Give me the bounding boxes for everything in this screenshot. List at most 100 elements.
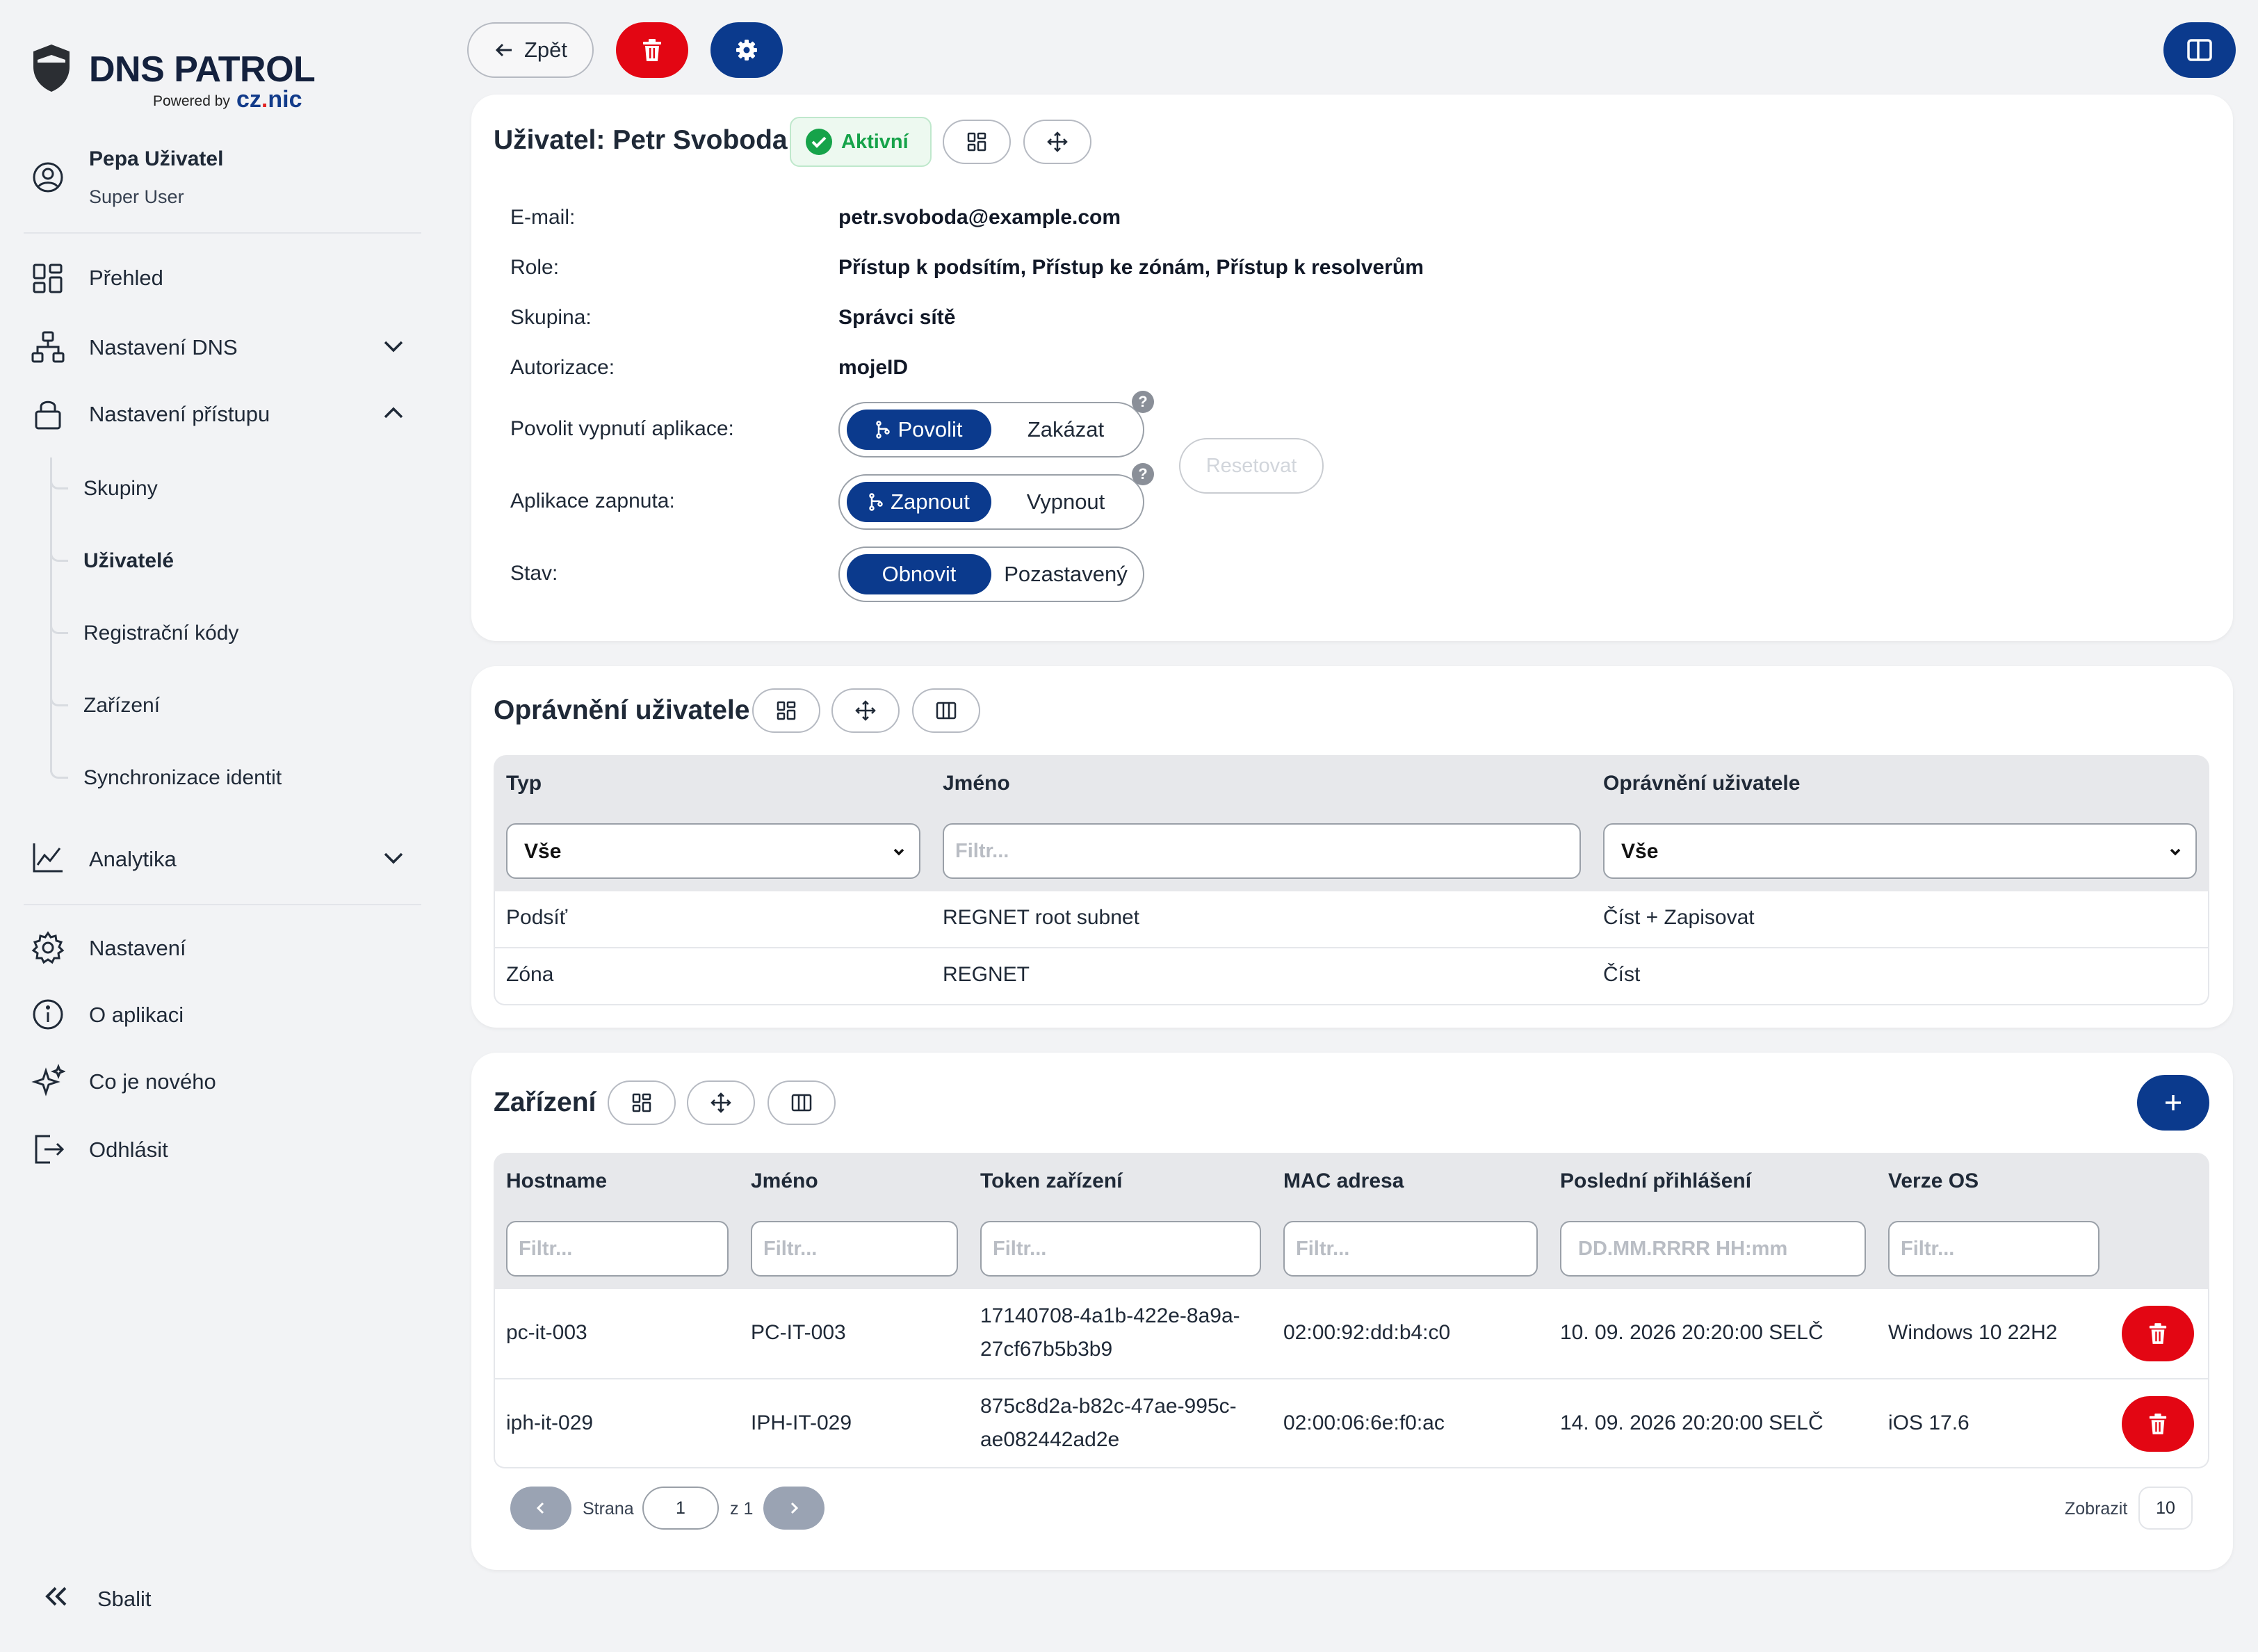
chevron-down-icon xyxy=(2166,843,2184,861)
reset-button[interactable]: Resetovat xyxy=(1179,438,1324,494)
grid-view-button[interactable] xyxy=(608,1080,676,1125)
cell-os: Windows 10 22H2 xyxy=(1888,1321,2058,1344)
app-enabled-toggle: Zapnout Vypnout xyxy=(838,474,1144,530)
state-resume-button[interactable]: Obnovit xyxy=(847,554,991,594)
cell-permission: Číst xyxy=(1603,963,1641,986)
next-page-button[interactable] xyxy=(763,1487,825,1530)
page-title: Uživatel: Petr Svoboda xyxy=(494,125,788,155)
sidebar-item-users[interactable]: Uživatelé xyxy=(83,549,174,573)
nav-dns-settings-label: Nastavení DNS xyxy=(89,335,238,359)
move-button[interactable] xyxy=(831,688,900,733)
nav-logout-label: Odhlásit xyxy=(89,1137,168,1162)
name-filter-input[interactable] xyxy=(943,823,1581,879)
column-header-hostname[interactable]: Hostname xyxy=(506,1169,607,1193)
column-header-last-login[interactable]: Poslední přihlášení xyxy=(1560,1169,1751,1193)
info-icon xyxy=(31,997,65,1032)
grid-icon xyxy=(31,261,65,296)
branch-icon xyxy=(868,493,884,511)
grid-icon xyxy=(966,131,987,152)
add-device-button[interactable] xyxy=(2137,1075,2209,1131)
cell-last-login: 14. 09. 2026 20:20:00 SELČ xyxy=(1560,1411,1824,1434)
cell-hostname: iph-it-029 xyxy=(506,1411,594,1434)
permissions-title: Oprávnění uživatele xyxy=(494,695,750,725)
hostname-filter-input[interactable] xyxy=(506,1221,729,1277)
app-enabled-on-button[interactable]: Zapnout xyxy=(847,482,991,522)
cell-permission: Číst + Zapisovat xyxy=(1603,906,1755,929)
move-button[interactable] xyxy=(687,1080,755,1125)
last-login-filter-input[interactable] xyxy=(1560,1221,1866,1277)
column-header-os[interactable]: Verze OS xyxy=(1888,1169,1979,1193)
token-filter-input[interactable] xyxy=(980,1221,1261,1277)
group-label: Skupina: xyxy=(510,306,592,329)
prev-page-button[interactable] xyxy=(510,1487,571,1530)
sidebar-item-identity-sync[interactable]: Synchronizace identit xyxy=(83,766,282,790)
column-header-permission[interactable]: Oprávnění uživatele xyxy=(1603,772,1800,795)
nav-access-settings-label: Nastavení přístupu xyxy=(89,402,270,426)
tree-connector xyxy=(50,616,68,634)
column-header-mac[interactable]: MAC adresa xyxy=(1283,1169,1404,1193)
page-of-label: z 1 xyxy=(730,1499,754,1519)
app-enabled-label: Aplikace zapnuta: xyxy=(510,489,675,512)
column-header-token[interactable]: Token zařízení xyxy=(980,1169,1123,1193)
sparkles-icon xyxy=(31,1064,65,1099)
user-circle-icon xyxy=(31,160,65,195)
delete-user-button[interactable] xyxy=(616,22,688,78)
authorization-value: mojeID xyxy=(838,356,909,379)
permissions-table-body xyxy=(494,891,2209,1005)
shield-logo-icon xyxy=(31,43,72,93)
chevron-down-icon[interactable] xyxy=(378,331,409,362)
columns-button[interactable] xyxy=(767,1080,836,1125)
app-enabled-off-button[interactable]: Vypnout xyxy=(994,476,1137,528)
toggle-panel-button[interactable] xyxy=(2163,22,2236,78)
user-name[interactable]: Pepa Uživatel xyxy=(89,147,223,171)
move-button[interactable] xyxy=(1023,120,1091,164)
trash-icon xyxy=(2148,1413,2168,1435)
lock-icon xyxy=(31,396,65,431)
page-size-select[interactable]: 10 xyxy=(2138,1487,2193,1530)
grid-view-button[interactable] xyxy=(943,120,1011,164)
delete-device-button[interactable] xyxy=(2122,1396,2194,1452)
name-filter-input[interactable] xyxy=(751,1221,958,1277)
chevron-left-icon xyxy=(533,1500,549,1516)
chevron-down-icon[interactable] xyxy=(378,843,409,873)
os-filter-input[interactable] xyxy=(1888,1221,2099,1277)
row-divider xyxy=(495,947,2208,948)
back-button[interactable]: Zpět xyxy=(467,22,594,78)
status-text: Aktivní xyxy=(841,130,909,153)
tree-connector xyxy=(50,544,68,562)
nav-settings-label: Nastavení xyxy=(89,936,186,960)
move-arrows-icon xyxy=(854,699,877,722)
sidebar-item-devices[interactable]: Zařízení xyxy=(83,694,160,718)
chevron-up-icon[interactable] xyxy=(378,398,409,428)
sidebar-item-registration-codes[interactable]: Registrační kódy xyxy=(83,622,238,645)
delete-device-button[interactable] xyxy=(2122,1306,2194,1361)
state-paused-button[interactable]: Pozastavený xyxy=(994,548,1137,601)
grid-view-button[interactable] xyxy=(752,688,820,733)
cell-name: PC-IT-003 xyxy=(751,1321,846,1344)
type-filter-select[interactable]: Vše xyxy=(506,823,920,879)
sidebar-item-groups[interactable]: Skupiny xyxy=(83,477,158,501)
help-icon[interactable]: ? xyxy=(1132,463,1154,485)
help-icon[interactable]: ? xyxy=(1132,391,1154,413)
allow-disable-off-button[interactable]: Zakázat xyxy=(994,403,1137,456)
column-header-type[interactable]: Typ xyxy=(506,772,542,795)
plus-icon xyxy=(2163,1092,2184,1113)
page-number-input[interactable]: 1 xyxy=(642,1487,719,1530)
collapse-label: Sbalit xyxy=(97,1587,152,1611)
trash-icon xyxy=(2148,1322,2168,1345)
columns-icon xyxy=(935,701,957,720)
user-detail-card xyxy=(471,95,2233,641)
allow-disable-on-button[interactable]: Povolit xyxy=(847,410,991,450)
mac-filter-input[interactable] xyxy=(1283,1221,1538,1277)
grid-icon xyxy=(631,1092,652,1113)
nav-about-label: O aplikaci xyxy=(89,1003,184,1027)
devices-title: Zařízení xyxy=(494,1087,596,1117)
allow-disable-toggle: Povolit Zakázat xyxy=(838,402,1144,457)
tree-connector xyxy=(50,471,68,489)
column-header-name[interactable]: Jméno xyxy=(751,1169,818,1193)
logout-icon xyxy=(31,1132,65,1167)
column-header-name[interactable]: Jméno xyxy=(943,772,1010,795)
permission-filter-select[interactable]: Vše xyxy=(1603,823,2197,879)
settings-button[interactable] xyxy=(710,22,783,78)
columns-button[interactable] xyxy=(912,688,980,733)
